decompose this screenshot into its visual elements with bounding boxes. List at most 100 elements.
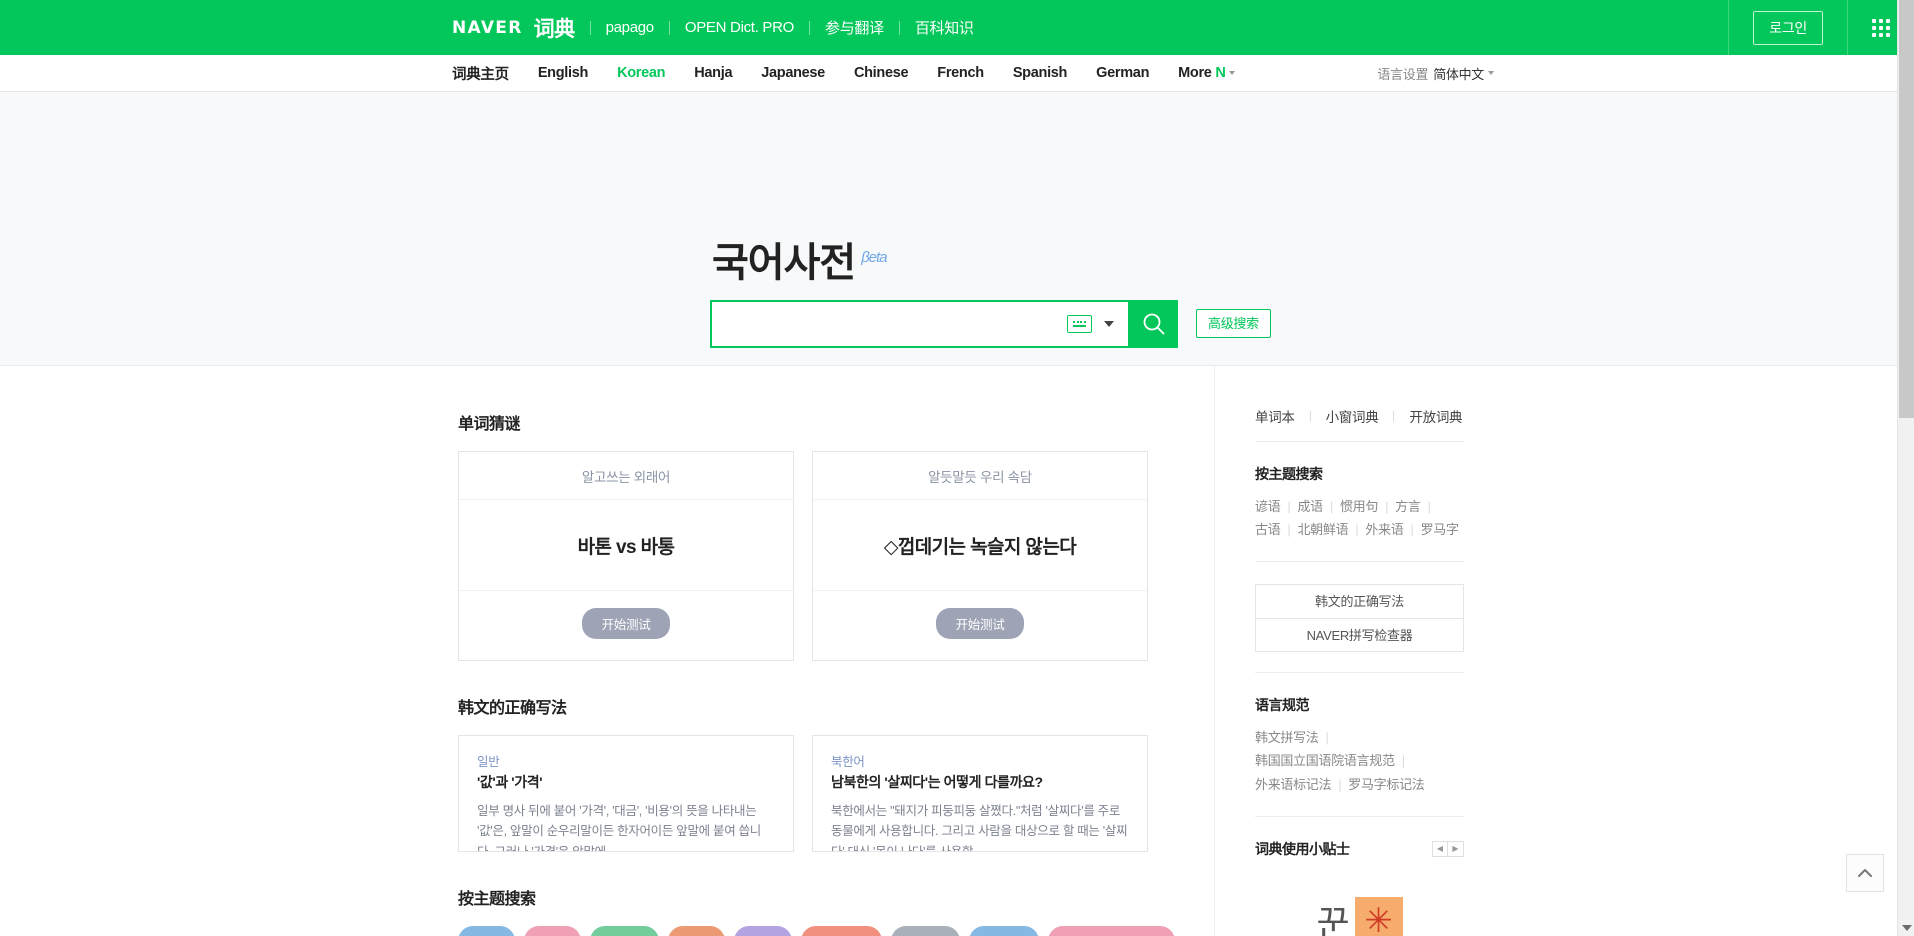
lnb-item-english[interactable]: English: [538, 65, 589, 81]
language-setting[interactable]: 语言设置 简体中文: [1377, 64, 1494, 83]
sidebar-tips-body[interactable]: 꾼 ✳: [1255, 895, 1464, 936]
divider: |: [1287, 522, 1291, 538]
search-button[interactable]: [1130, 300, 1178, 348]
writing-card[interactable]: 일반 '값'과 '가격' 일부 명사 뒤에 붙어 '가격', '대금', '비용…: [458, 735, 794, 852]
sidebar-link-idiom[interactable]: 成语: [1297, 499, 1323, 514]
sidebar: 单词本 小窗词典 开放词典 按主题搜索 谚语 | 成语 | 惯用句 | 方言 | 古语 | 北朝鲜…: [1214, 366, 1464, 936]
writing-card-title: '값'과 '가격': [477, 774, 543, 790]
sidebar-link-romaja[interactable]: 罗马字: [1421, 522, 1459, 537]
login-cell: 로그인: [1728, 0, 1847, 55]
divider: [668, 20, 670, 35]
sidebar-norms-row-1: 韩文拼写法 |: [1255, 726, 1464, 749]
sidebar-link-north-korean[interactable]: 北朝鲜语: [1297, 522, 1348, 537]
main-content: 单词猜谜 알고쓰는 외래어 바톤 vs 바통 开始测试 알듯말듯 우리 속담 ◇…: [458, 366, 1176, 936]
quiz-section: 单词猜谜 알고쓰는 외래어 바톤 vs 바통 开始测试 알듯말듯 우리 속담 ◇…: [458, 410, 1176, 661]
global-nav-bar: NAVER 词典 papago OPEN Dict. PRO 参与翻译 百科知识…: [0, 0, 1914, 55]
apps-grid-icon[interactable]: [1872, 18, 1890, 37]
login-button[interactable]: 로그인: [1753, 10, 1823, 45]
gnb-link-encyclopedia[interactable]: 百科知识: [915, 17, 974, 38]
divider: [898, 20, 900, 35]
sidebar-tips-heading: 词典使用小贴士: [1255, 840, 1350, 857]
topic-tag[interactable]: #古语: [734, 926, 792, 936]
quiz-card-head: 알고쓰는 외래어: [459, 452, 793, 500]
sidebar-topic-search: 按主题搜索 谚语 | 成语 | 惯用句 | 方言 | 古语 | 北朝鲜语 | 外来语 | 罗马字: [1255, 442, 1464, 563]
chevron-right-icon[interactable]: ▶: [1448, 840, 1464, 857]
topic-tag[interactable]: #外来语: [890, 926, 961, 936]
page-body: 单词猜谜 알고쓰는 외래어 바톤 vs 바통 开始测试 알듯말듯 우리 속담 ◇…: [0, 366, 1914, 936]
page-scrollbar[interactable]: [1897, 0, 1914, 936]
quiz-card[interactable]: 알듯말듯 우리 속담 ◇껍데기는 녹슬지 않는다 开始测试: [812, 451, 1148, 661]
more-label: More: [1178, 65, 1212, 81]
lnb-item-french[interactable]: French: [937, 65, 984, 81]
writing-card-desc: 일부 명사 뒤에 붙어 '가격', '대금', '비용'의 뜻을 나타내는 '값…: [477, 804, 761, 852]
sidebar-link-loanword[interactable]: 外来语: [1365, 522, 1403, 537]
topic-tag[interactable]: #谚语: [458, 926, 516, 936]
dict-logo[interactable]: 词典: [534, 13, 576, 43]
sidebar-link-archaic[interactable]: 古语: [1255, 522, 1281, 537]
sidebar-button-spell-checker[interactable]: NAVER拼写检查器: [1256, 618, 1463, 651]
sidebar-topic-row-1: 谚语 | 成语 | 惯用句 | 方言 |: [1255, 495, 1464, 518]
sidebar-tips-header: 词典使用小贴士 ◀ ▶: [1255, 839, 1464, 859]
chevron-left-icon[interactable]: ◀: [1432, 840, 1448, 857]
naver-logo[interactable]: NAVER: [452, 18, 523, 38]
topic-tag[interactable]: #成语: [524, 926, 582, 936]
topic-tag[interactable]: #方言: [668, 926, 726, 936]
quiz-card-question: ◇껍데기는 녹슬지 않는다: [813, 500, 1147, 591]
sidebar-link-national-institute[interactable]: 韩国国立国语院语言规范: [1255, 753, 1395, 768]
sidebar-button-correct-writing[interactable]: 韩文的正确写法: [1256, 585, 1463, 618]
sidebar-norms: 语言规范 韩文拼写法 | 韩国国立国语院语言规范 | 外来语标记法 | 罗马字标记法: [1255, 673, 1464, 817]
lnb-item-spanish[interactable]: Spanish: [1013, 65, 1068, 81]
divider: [809, 20, 811, 35]
divider: |: [1329, 499, 1333, 514]
topic-tag[interactable]: #罗马字: [969, 926, 1039, 936]
sidebar-topic-links: 谚语 | 成语 | 惯用句 | 方言 | 古语 | 北朝鲜语 | 外来语 | 罗马字: [1255, 495, 1464, 541]
page-title-text: 국어사전: [712, 241, 856, 285]
divider: [1393, 410, 1395, 422]
lnb-item-korean[interactable]: Korean: [617, 65, 665, 81]
sidebar-link-dialect[interactable]: 方言: [1395, 499, 1421, 514]
quiz-card[interactable]: 알고쓰는 외래어 바톤 vs 바통 开始测试: [458, 451, 794, 661]
topic-section: 按主题搜索 #谚语 #成语 #惯用句 #方言 #古语 #北朝鲜语 #外来语 #罗马字 #包含"하…: [458, 885, 1176, 936]
sidebar-link-hangul-spelling[interactable]: 韩文拼写法: [1255, 730, 1319, 745]
topic-tag[interactable]: #北朝鲜语: [800, 926, 882, 936]
sidebar-tool-stack: 韩文的正确写法 NAVER拼写检查器: [1255, 584, 1464, 653]
writing-card-tag: 일반: [477, 755, 500, 769]
sidebar-tab-open-dict[interactable]: 开放词典: [1409, 406, 1462, 426]
topic-tag[interactable]: #惯用句: [590, 926, 660, 936]
sidebar-link-romaja-notation[interactable]: 罗马字标记法: [1348, 777, 1425, 792]
advanced-search-button[interactable]: 高级搜索: [1196, 309, 1271, 338]
lnb-item-home[interactable]: 词典主页: [452, 63, 509, 84]
lnb-item-more[interactable]: More N: [1178, 65, 1236, 81]
start-quiz-button[interactable]: 开始测试: [935, 608, 1025, 639]
sidebar-link-phrase[interactable]: 惯用句: [1340, 499, 1378, 514]
sidebar-topic-heading: 按主题搜索: [1255, 466, 1323, 482]
sidebar-tab-mini-dict[interactable]: 小窗词典: [1326, 406, 1379, 426]
gnb-link-join-translation[interactable]: 参与翻译: [825, 17, 884, 38]
quiz-card-head: 알듯말듯 우리 속담: [813, 452, 1147, 500]
language-nav-bar: 词典主页 English Korean Hanja Japanese Chine…: [0, 55, 1914, 92]
chevron-up-icon: [1858, 869, 1872, 877]
lnb-item-japanese[interactable]: Japanese: [761, 65, 825, 81]
search-input[interactable]: [726, 303, 1067, 345]
sidebar-link-loanword-notation[interactable]: 外来语标记法: [1255, 777, 1332, 792]
gnb-link-open-dict-pro[interactable]: OPEN Dict. PRO: [685, 19, 794, 36]
sidebar-tab-wordbook[interactable]: 单词本: [1255, 406, 1295, 426]
lnb-item-hanja[interactable]: Hanja: [694, 65, 732, 81]
language-setting-value: 简体中文: [1433, 66, 1484, 82]
scroll-to-top-button[interactable]: [1846, 854, 1884, 892]
lnb-item-german[interactable]: German: [1096, 65, 1149, 81]
start-quiz-button[interactable]: 开始测试: [581, 608, 671, 639]
writing-card[interactable]: 북한어 남북한의 '살찌다'는 어떻게 다를까요? 북한에서는 "돼지가 피둥피…: [812, 735, 1148, 852]
page-title: 국어사전 βeta: [712, 230, 888, 288]
gnb-link-papago[interactable]: papago: [606, 19, 655, 36]
sidebar-link-proverb[interactable]: 谚语: [1255, 499, 1281, 514]
keyboard-icon[interactable]: [1067, 315, 1092, 333]
chevron-down-icon[interactable]: [1104, 321, 1114, 327]
search-box[interactable]: [710, 300, 1130, 348]
sidebar-norms-row-2: 韩国国立国语院语言规范 |: [1255, 749, 1464, 772]
lnb-item-chinese[interactable]: Chinese: [854, 65, 909, 81]
scroll-down-arrow-icon[interactable]: [1901, 925, 1912, 931]
topic-tag[interactable]: #包含"하늘"的单词: [1047, 926, 1175, 936]
scrollbar-thumb[interactable]: [1899, 0, 1914, 418]
sidebar-norms-heading: 语言规范: [1255, 697, 1310, 714]
